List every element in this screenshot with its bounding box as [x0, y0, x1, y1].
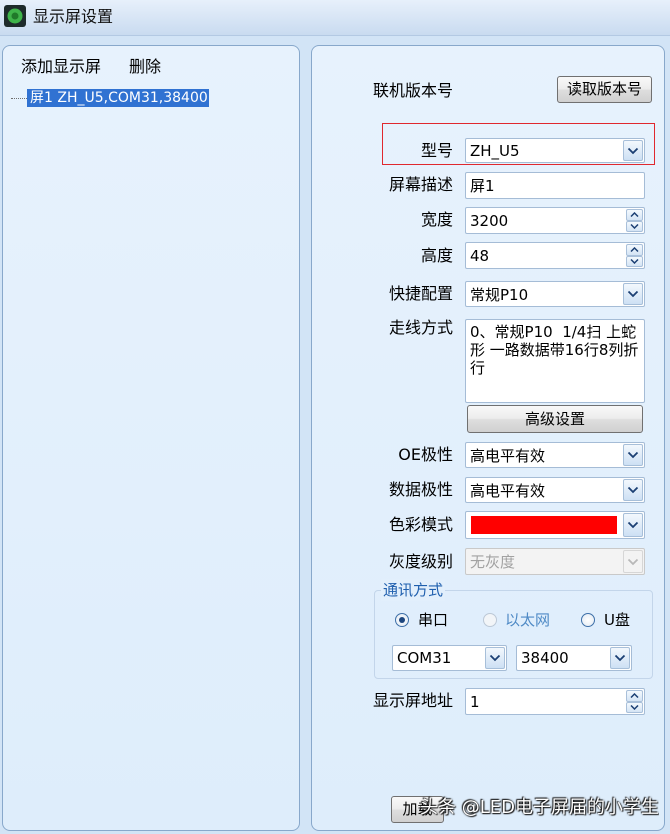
color-mode-label: 色彩模式 — [388, 515, 453, 534]
address-spinner[interactable]: 1 — [465, 688, 645, 715]
model-value: ZH_U5 — [470, 141, 520, 160]
serial-port-value: COM31 — [397, 649, 452, 667]
watermark: 头条 @LED电子屏届的小学生 — [420, 797, 659, 818]
quick-config-dropdown-button[interactable] — [623, 283, 643, 305]
data-polarity-value: 高电平有效 — [470, 481, 546, 500]
address-value: 1 — [470, 692, 480, 711]
description-value: 屏1 — [470, 177, 495, 195]
wiring-label: 走线方式 — [388, 318, 453, 337]
width-spinner[interactable]: 3200 — [465, 207, 645, 234]
spin-up-icon — [630, 247, 639, 253]
chevron-down-icon — [627, 521, 639, 529]
communication-legend: 通讯方式 — [381, 579, 446, 601]
spin-down-icon — [630, 704, 639, 710]
read-version-button[interactable]: 读取版本号 — [557, 76, 652, 103]
gray-level-dropdown-button — [623, 550, 643, 573]
tree-connector — [11, 98, 27, 99]
wiring-textarea[interactable]: 0、常规P10 1/4扫 上蛇形 一路数据带16行8列折行 — [465, 319, 645, 403]
serial-port-select[interactable]: COM31 — [392, 645, 507, 671]
app-icon — [4, 5, 26, 27]
oe-polarity-value: 高电平有效 — [470, 446, 546, 465]
communication-group: 通讯方式 串口 以太网 U盘 COM31 38400 — [374, 579, 653, 679]
oe-polarity-label: OE极性 — [398, 445, 453, 464]
height-increment-button[interactable] — [626, 244, 643, 256]
spin-down-icon — [630, 258, 639, 264]
chevron-down-icon — [627, 290, 639, 298]
screen-list-panel: 添加显示屏 删除 屏1 ZH_U5,COM31,38400 — [2, 45, 300, 831]
height-spinner[interactable]: 48 — [465, 242, 645, 269]
description-label: 屏幕描述 — [388, 175, 453, 194]
spin-down-icon — [630, 223, 639, 229]
address-spin-buttons — [626, 690, 643, 713]
chevron-down-icon — [489, 654, 501, 662]
tree-item-screen[interactable]: 屏1 ZH_U5,COM31,38400 — [27, 89, 209, 107]
description-input[interactable]: 屏1 — [465, 172, 645, 199]
data-polarity-select[interactable]: 高电平有效 — [465, 477, 645, 503]
width-increment-button[interactable] — [626, 209, 643, 221]
width-decrement-button[interactable] — [626, 220, 643, 232]
data-polarity-dropdown-button[interactable] — [623, 479, 643, 501]
baud-rate-value: 38400 — [521, 649, 569, 667]
baud-rate-dropdown-button[interactable] — [610, 647, 630, 669]
width-value: 3200 — [470, 211, 509, 230]
width-label: 宽度 — [420, 210, 453, 229]
address-decrement-button[interactable] — [626, 701, 643, 713]
chevron-down-icon — [614, 654, 626, 662]
chevron-down-icon — [627, 451, 639, 459]
ethernet-label: 以太网 — [505, 611, 551, 629]
model-select[interactable]: ZH_U5 — [465, 138, 645, 163]
quick-config-select[interactable]: 常规P10 — [465, 281, 645, 307]
height-spin-buttons — [626, 244, 643, 267]
oe-polarity-dropdown-button[interactable] — [623, 444, 643, 466]
quick-config-label: 快捷配置 — [388, 284, 453, 303]
quick-config-value: 常规P10 — [470, 285, 529, 304]
height-decrement-button[interactable] — [626, 255, 643, 267]
data-polarity-label: 数据极性 — [388, 480, 453, 499]
delete-button[interactable]: 删除 — [129, 56, 161, 78]
spin-up-icon — [630, 693, 639, 699]
height-value: 48 — [470, 246, 490, 265]
model-dropdown-button[interactable] — [623, 140, 643, 161]
address-increment-button[interactable] — [626, 690, 643, 702]
serial-port-dropdown-button[interactable] — [485, 647, 505, 669]
color-swatch — [471, 516, 617, 534]
chevron-down-icon — [627, 558, 639, 565]
chevron-down-icon — [627, 486, 639, 494]
baud-rate-select[interactable]: 38400 — [516, 645, 632, 671]
serial-port-label[interactable]: 串口 — [418, 609, 448, 631]
height-label: 高度 — [420, 246, 453, 265]
serial-port-radio[interactable] — [395, 613, 409, 627]
address-label: 显示屏地址 — [372, 691, 453, 710]
gray-level-select: 无灰度 — [465, 548, 645, 575]
color-mode-select[interactable] — [465, 511, 645, 539]
usb-disk-label[interactable]: U盘 — [604, 609, 630, 631]
spin-up-icon — [630, 212, 639, 218]
oe-polarity-select[interactable]: 高电平有效 — [465, 442, 645, 468]
title-bar: 显示屏设置 — [0, 0, 670, 36]
advanced-settings-button[interactable]: 高级设置 — [467, 405, 643, 433]
gray-level-value: 无灰度 — [470, 553, 516, 571]
color-mode-dropdown-button[interactable] — [623, 513, 643, 537]
add-screen-button[interactable]: 添加显示屏 — [21, 56, 101, 78]
screen-properties-panel: 联机版本号 读取版本号 型号 ZH_U5 屏幕描述 屏1 宽度 3200 高度 … — [311, 45, 665, 831]
usb-disk-radio[interactable] — [581, 613, 595, 627]
width-spin-buttons — [626, 209, 643, 232]
gray-level-label: 灰度级别 — [388, 552, 453, 571]
window-title: 显示屏设置 — [33, 7, 114, 26]
version-label: 联机版本号 — [372, 81, 453, 100]
chevron-down-icon — [627, 147, 639, 154]
ethernet-radio — [483, 613, 497, 627]
model-label: 型号 — [420, 141, 453, 160]
